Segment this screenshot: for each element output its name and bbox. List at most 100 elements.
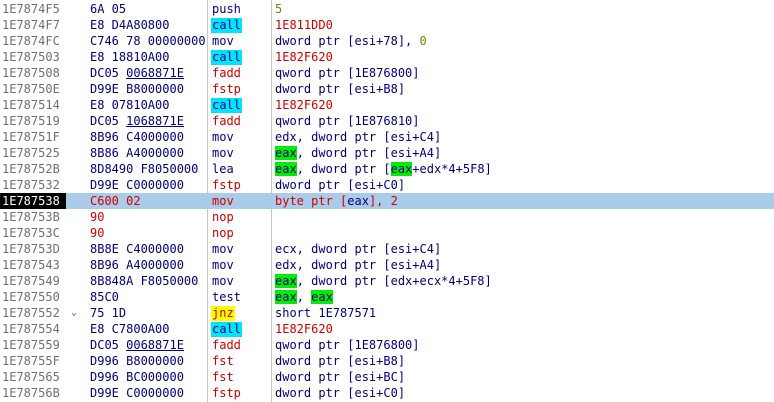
disasm-row[interactable]: 1E78753D 8B8E C4000000 mov ecx, dword ptr [… <box>0 241 774 257</box>
hex-bytes-cell: DC05 0068871E <box>90 65 207 81</box>
mnemonic-cell: nop <box>211 209 271 225</box>
address-cell[interactable]: 1E787525 <box>2 145 68 161</box>
disasm-row[interactable]: 1E787532 D99E C0000000 fstp dword ptr [esi+… <box>0 177 774 193</box>
address-cell[interactable]: 1E787538 <box>0 193 66 209</box>
address-cell[interactable]: 1E787519 <box>2 113 68 129</box>
address-cell[interactable]: 1E787514 <box>2 97 68 113</box>
mnemonic-call: call <box>211 98 242 113</box>
hex-bytes-cell: 8B86 A4000000 <box>90 146 184 160</box>
disassembly-pane[interactable]: 1E7874F5 6A 05 push 5 1E7874F7 E8 D4A80800 cal… <box>0 0 774 402</box>
disasm-row[interactable]: 1E78753B 90 nop <box>0 209 774 225</box>
mnemonic-nop: nop <box>212 226 234 240</box>
disasm-row[interactable]: 1E78750E D99E B8000000 fstp dword ptr [esi+… <box>0 81 774 97</box>
operand-text: dword ptr [esi+78], <box>275 34 420 48</box>
hex-bytes-cell: 8B96 A4000000 <box>90 258 184 272</box>
disasm-row[interactable]: 1E787525 8B86 A4000000 mov eax, dword ptr [… <box>0 145 774 161</box>
address-cell[interactable]: 1E7874F5 <box>2 1 68 17</box>
address-cell[interactable]: 1E78753C <box>2 225 68 241</box>
address-cell[interactable]: 1E7874F7 <box>2 17 68 33</box>
hex-bytes-cell: 85C0 <box>90 290 119 304</box>
address-cell[interactable]: 1E78756B <box>2 385 68 401</box>
hex-bytes-cell: D996 B8000000 <box>90 354 184 368</box>
disasm-row[interactable]: 1E78751F 8B96 C4000000 mov edx, dword ptr [… <box>0 129 774 145</box>
hex-bytes-cell: 90 <box>90 226 105 240</box>
disasm-row[interactable]: 1E78753C 90 nop <box>0 225 774 241</box>
address-cell[interactable]: 1E787532 <box>2 177 68 193</box>
address-cell[interactable]: 1E787565 <box>2 369 68 385</box>
address-cell[interactable]: 1E787508 <box>2 65 68 81</box>
operands-cell: edx, dword ptr [esi+C4] <box>275 129 774 145</box>
address-cell[interactable]: 1E7874FC <box>2 33 68 49</box>
operand-text: short 1E787571 <box>275 306 377 320</box>
address-cell[interactable]: 1E78755F <box>2 353 68 369</box>
mnemonic-cell: call <box>211 321 271 337</box>
operand-text: dword ptr [esi+C0] <box>275 178 406 192</box>
disasm-row[interactable]: 1E787550 85C0 test eax, eax <box>0 289 774 305</box>
disasm-row[interactable]: 1E787559 DC05 0068871E fadd qword ptr [1E87… <box>0 337 774 353</box>
address-cell[interactable]: 1E787549 <box>2 273 68 289</box>
mnemonic-cell: fadd <box>211 113 271 129</box>
register-highlight: eax <box>347 194 369 208</box>
disasm-row[interactable]: 1E7874F7 E8 D4A80800 call 1E811DD0 <box>0 17 774 33</box>
disasm-row[interactable]: 1E787552 ⌄ 75 1D jnz short 1E787571 <box>0 305 774 321</box>
mnemonic-cell: mov <box>211 257 271 273</box>
hex-bytes-cell: D99E C0000000 <box>90 386 184 400</box>
mnemonic-fadd: fadd <box>212 114 241 128</box>
selected-disasm-row[interactable]: 1E787538 C600 02 mov byte ptr [eax], 2 <box>0 193 774 209</box>
address-cell[interactable]: 1E787554 <box>2 321 68 337</box>
address-cell[interactable]: 1E787550 <box>2 289 68 305</box>
disasm-row[interactable]: 1E7874F5 6A 05 push 5 <box>0 1 774 17</box>
disasm-row[interactable]: 1E78755F D996 B8000000 fst dword ptr [esi+B… <box>0 353 774 369</box>
operands-cell: qword ptr [1E876810] <box>275 113 774 129</box>
disasm-row[interactable]: 1E787514 E8 07810A00 call 1E82F620 <box>0 97 774 113</box>
fixup-bytes: 0068871E <box>126 66 184 80</box>
hex-bytes-cell: 8B96 C4000000 <box>90 130 184 144</box>
address-cell[interactable]: 1E78751F <box>2 129 68 145</box>
operand-text: qword ptr [1E876800] <box>275 66 420 80</box>
hex-bytes-cell: C600 02 <box>90 194 141 208</box>
opcode-bytes: DC05 <box>90 66 127 80</box>
hex-bytes-cell: E8 C7800A00 <box>90 322 170 336</box>
address-cell[interactable]: 1E78753B <box>2 209 68 225</box>
operands-cell: qword ptr [1E876800] <box>275 337 774 353</box>
mnemonic-mov: mov <box>212 34 234 48</box>
mnemonic-cell: mov <box>211 145 271 161</box>
operand-text: qword ptr [1E876800] <box>275 338 420 352</box>
address-cell[interactable]: 1E787543 <box>2 257 68 273</box>
disasm-row[interactable]: 1E787565 D996 BC000000 fst dword ptr [esi+B… <box>0 369 774 385</box>
operand-text: , dword ptr [edx+ecx*4+5F8] <box>296 274 492 288</box>
disasm-row[interactable]: 1E787508 DC05 0068871E fadd qword ptr [1E87… <box>0 65 774 81</box>
address-cell[interactable]: 1E787503 <box>2 49 68 65</box>
address-cell[interactable]: 1E78752B <box>2 161 68 177</box>
mnemonic-cell: fst <box>211 369 271 385</box>
operand-text: dword ptr [esi+C0] <box>275 386 406 400</box>
disasm-row[interactable]: 1E787519 DC05 1068871E fadd qword ptr [1E87… <box>0 113 774 129</box>
address-cell[interactable]: 1E787552 <box>2 305 68 321</box>
hex-bytes-cell: DC05 1068871E <box>90 113 207 129</box>
hex-bytes-cell: 8D8490 F8050000 <box>90 162 199 176</box>
mnemonic-cell: fst <box>211 353 271 369</box>
disasm-row[interactable]: 1E787503 E8 18810A00 call 1E82F620 <box>0 49 774 65</box>
disasm-row[interactable]: 1E787554 E8 C7800A00 call 1E82F620 <box>0 321 774 337</box>
disasm-row[interactable]: 1E787543 8B96 A4000000 mov edx, dword ptr [… <box>0 257 774 273</box>
mnemonic-fstp: fstp <box>212 386 241 400</box>
operands-cell: byte ptr [eax], 2 <box>275 193 774 209</box>
mnemonic-mov: mov <box>212 274 234 288</box>
disasm-row[interactable]: 1E78752B 8D8490 F8050000 lea eax, dword ptr… <box>0 161 774 177</box>
operands-cell: eax, dword ptr [esi+A4] <box>275 145 774 161</box>
disasm-row[interactable]: 1E7874FC C746 78 00000000 mov dword ptr [es… <box>0 33 774 49</box>
mnemonic-call: call <box>211 50 242 65</box>
operands-cell <box>275 225 774 241</box>
hex-bytes-cell: D99E C0000000 <box>90 178 184 192</box>
disasm-row[interactable]: 1E78756B D99E C0000000 fstp dword ptr [esi+… <box>0 385 774 401</box>
disasm-row[interactable]: 1E787549 8B848A F8050000 mov eax, dword ptr… <box>0 273 774 289</box>
address-cell[interactable]: 1E78753D <box>2 241 68 257</box>
mnemonic-cell: fstp <box>211 177 271 193</box>
mnemonic-nop: nop <box>212 210 234 224</box>
operand-text: ecx, dword ptr [esi+C4] <box>275 242 442 256</box>
address-cell[interactable]: 1E78750E <box>2 81 68 97</box>
address-cell[interactable]: 1E787559 <box>2 337 68 353</box>
operands-cell: 1E82F620 <box>275 97 774 113</box>
register-highlight: eax <box>390 162 413 176</box>
operands-cell: edx, dword ptr [esi+A4] <box>275 257 774 273</box>
